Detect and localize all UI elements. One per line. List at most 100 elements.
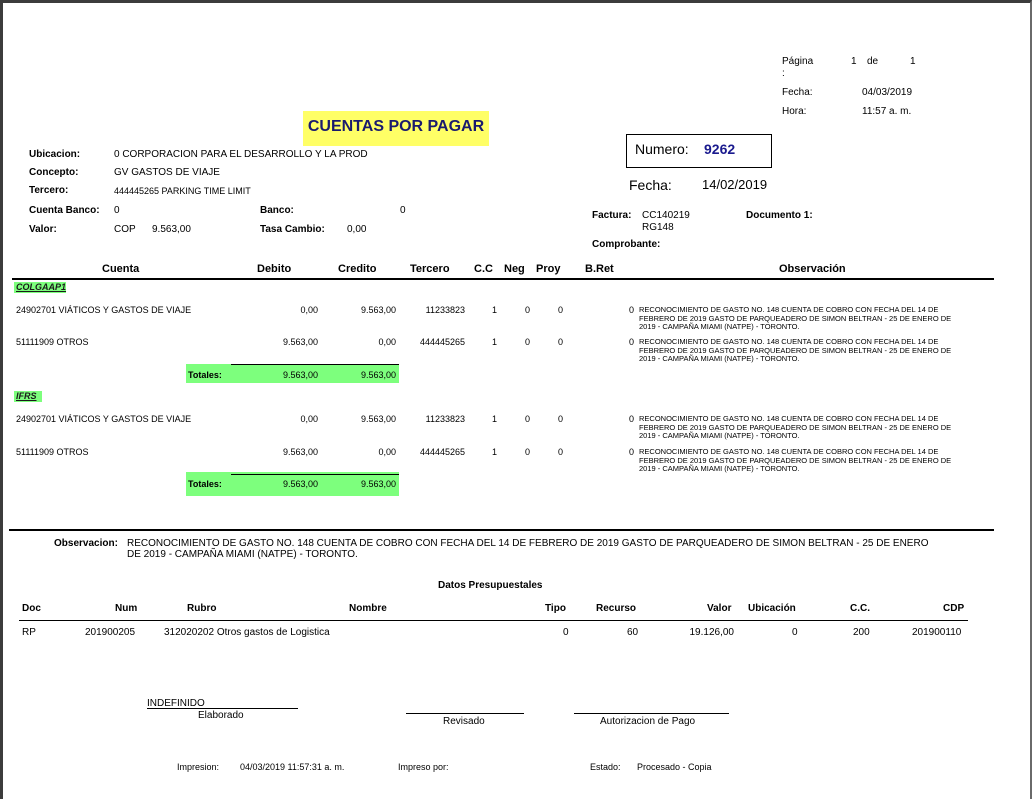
row-cc: 1	[492, 305, 498, 315]
row-cc: 1	[492, 447, 498, 457]
autorizacion-line	[574, 713, 729, 714]
col-neg: Neg	[504, 263, 525, 275]
factura-value-2: RG148	[642, 222, 674, 233]
totals-label: Totales:	[188, 370, 222, 380]
print-date-value: 04/03/2019	[862, 87, 913, 98]
row-tercero: 11233823	[425, 414, 465, 424]
observacion-label: Observacion:	[54, 538, 118, 549]
col-cuenta: Cuenta	[102, 263, 140, 275]
col-doc: Doc	[22, 603, 41, 614]
tasa-label: Tasa Cambio:	[260, 224, 325, 235]
col-cdp: CDP	[943, 603, 965, 614]
row-observacion: RECONOCIMIENTO DE GASTO NO. 148 CUENTA D…	[639, 305, 999, 332]
row-debito: 9.563,00	[282, 447, 318, 457]
col-observacion: Observación	[779, 263, 846, 275]
valor-value: 9.563,00	[152, 224, 191, 235]
header-divider	[12, 278, 994, 280]
row-proy: 0	[558, 414, 564, 424]
impresion-label: Impresion:	[177, 762, 220, 772]
col-rubro: Rubro	[187, 603, 217, 614]
row-observacion: RECONOCIMIENTO DE GASTO NO. 148 CUENTA D…	[639, 414, 999, 441]
totals-debito: 9.563,00	[282, 479, 318, 489]
print-time-label: Hora:	[782, 106, 807, 117]
row-neg: 0	[525, 447, 531, 457]
banco-value: 0	[400, 205, 406, 216]
totals-credito: 9.563,00	[360, 370, 396, 380]
factura-value-1: CC140219	[642, 210, 690, 221]
estado-label: Estado:	[590, 762, 621, 772]
row-observacion: RECONOCIMIENTO DE GASTO NO. 148 CUENTA D…	[639, 447, 999, 474]
numero-value: 9262	[704, 141, 736, 157]
row-neg: 0	[525, 305, 531, 315]
comprobante-label: Comprobante:	[592, 239, 661, 250]
row-recurso: 60	[627, 627, 639, 638]
print-date-label: Fecha:	[782, 87, 813, 98]
row-doc: RP	[22, 627, 36, 638]
row-cuenta: 24902701 VIÁTICOS Y GASTOS DE VIAJE	[16, 414, 192, 424]
row-proy: 0	[558, 305, 564, 315]
impresion-value: 04/03/2019 11:57:31 a. m.	[240, 762, 345, 772]
col-debito: Debito	[257, 263, 292, 275]
tercero-label: Tercero:	[29, 185, 69, 196]
pagina-total: 1	[910, 56, 916, 67]
row-neg: 0	[525, 337, 531, 347]
factura-label: Factura:	[592, 210, 632, 221]
pagina-number: 1	[851, 56, 857, 67]
col-credito: Credito	[338, 263, 377, 275]
row-valor: 19.126,00	[689, 627, 735, 638]
revisado-label: Revisado	[443, 716, 485, 727]
totals-debito: 9.563,00	[282, 370, 318, 380]
doc-date-value: 14/02/2019	[702, 177, 768, 192]
valor-label: Valor:	[29, 224, 57, 235]
row-debito: 0,00	[300, 414, 318, 424]
revisado-line	[406, 713, 524, 714]
row-bret: 0	[629, 337, 635, 347]
cuenta-banco-value: 0	[114, 205, 120, 216]
row-credito: 0,00	[378, 337, 396, 347]
elaborado-label: Elaborado	[198, 710, 244, 721]
col-cc: C.C.	[850, 603, 870, 614]
obs-line: 2019 - CAMPAÑA MIAMI (NATPE) - TORONTO.	[639, 431, 800, 440]
row-proy: 0	[558, 447, 564, 457]
totals-rule	[231, 364, 399, 365]
print-time-value: 11:57 a. m.	[862, 106, 912, 117]
pagina-label: Página	[782, 56, 814, 67]
presupuestal-title: Datos Presupuestales	[438, 580, 543, 591]
presupuestal-divider	[19, 620, 968, 621]
documento-label: Documento 1:	[746, 210, 813, 221]
row-bret: 0	[629, 414, 635, 424]
col-valor: Valor	[707, 603, 732, 614]
col-tercero: Tercero	[410, 263, 450, 275]
col-recurso: Recurso	[596, 603, 637, 614]
totals-label: Totales:	[188, 479, 222, 489]
row-debito: 9.563,00	[282, 337, 318, 347]
row-credito: 9.563,00	[360, 414, 396, 424]
row-debito: 0,00	[300, 305, 318, 315]
numero-label: Numero:	[635, 141, 689, 157]
row-ubicacion: 0	[792, 627, 798, 638]
tercero-value: 444445265 PARKING TIME LIMIT	[114, 186, 251, 196]
col-cc: C.C	[474, 263, 493, 275]
row-tercero: 444445265	[419, 337, 465, 347]
row-neg: 0	[525, 414, 531, 424]
banco-label: Banco:	[260, 205, 294, 216]
section-label-ifrs: IFRS	[16, 391, 37, 401]
col-proy: Proy	[536, 263, 561, 275]
row-tipo: 0	[563, 627, 569, 638]
doc-date-label: Fecha:	[629, 177, 672, 193]
elaborado-line	[147, 708, 298, 709]
ubicacion-label: Ubicacion:	[29, 149, 81, 160]
row-cc: 1	[492, 337, 498, 347]
row-credito: 0,00	[378, 447, 396, 457]
row-bret: 0	[629, 447, 635, 457]
row-num: 201900205	[85, 627, 136, 638]
totals-rule	[231, 474, 399, 475]
row-tercero: 444445265	[419, 447, 465, 457]
col-tipo: Tipo	[545, 603, 566, 614]
row-cuenta: 24902701 VIÁTICOS Y GASTOS DE VIAJE	[16, 305, 192, 315]
valor-currency: COP	[114, 224, 136, 235]
col-bret: B.Ret	[585, 263, 614, 275]
totals-credito: 9.563,00	[360, 479, 396, 489]
row-cc: 1	[492, 414, 498, 424]
estado-value: Procesado - Copia	[637, 762, 712, 772]
